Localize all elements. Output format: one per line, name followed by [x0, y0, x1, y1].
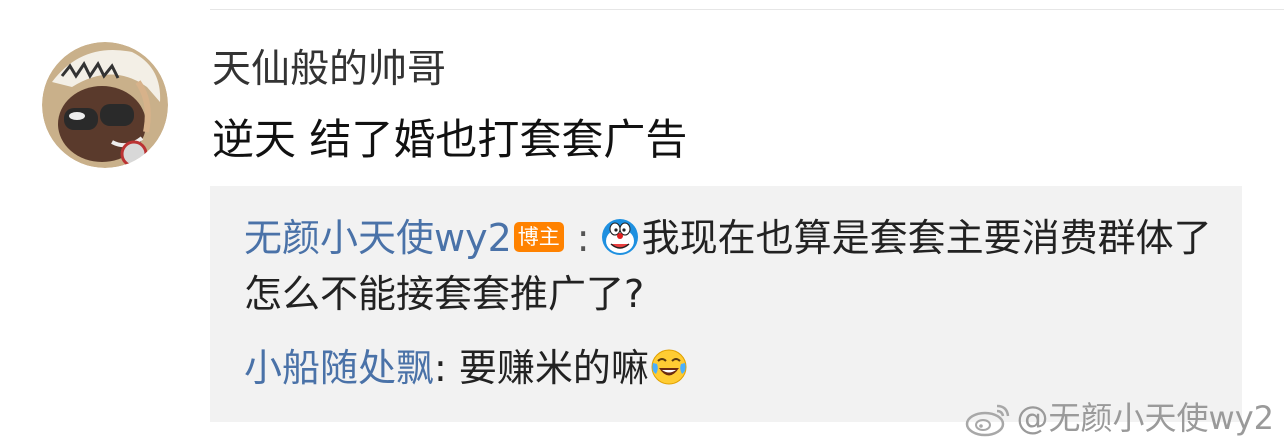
avatar[interactable] [42, 42, 168, 168]
reply-separator: : [434, 346, 447, 390]
weibo-logo-icon [963, 398, 1013, 438]
reply-author-name[interactable]: 小船随处飘 [244, 346, 434, 390]
reply-separator: : [576, 216, 590, 260]
watermark-text: @无颜小天使wy2 [1016, 399, 1274, 437]
comment-text: 逆天 结了婚也打套套广告 [212, 115, 688, 164]
doraemon-emoji-icon [600, 217, 640, 257]
comment-username[interactable]: 天仙般的帅哥 [212, 44, 446, 96]
laugh-cry-emoji-icon [649, 347, 689, 387]
author-badge: 博主 [513, 221, 564, 252]
reply-box[interactable]: 无颜小天使wy2 博主: 我现在也算是套套主要消费群体了怎么不能接套套推广了? 小… [210, 186, 1242, 422]
reply-item: 无颜小天使wy2 博主: 我现在也算是套套主要消费群体了怎么不能接套套推广了? [244, 210, 1224, 322]
reply-item: 小船随处飘: 要赚米的嘛 [244, 340, 1224, 396]
reply-text: 要赚米的嘛 [446, 346, 649, 390]
top-divider [210, 9, 1284, 10]
cartoon-avatar-icon [42, 42, 168, 168]
watermark: @无颜小天使wy2 [963, 398, 1274, 438]
reply-author-name[interactable]: 无颜小天使wy2 [244, 216, 512, 260]
